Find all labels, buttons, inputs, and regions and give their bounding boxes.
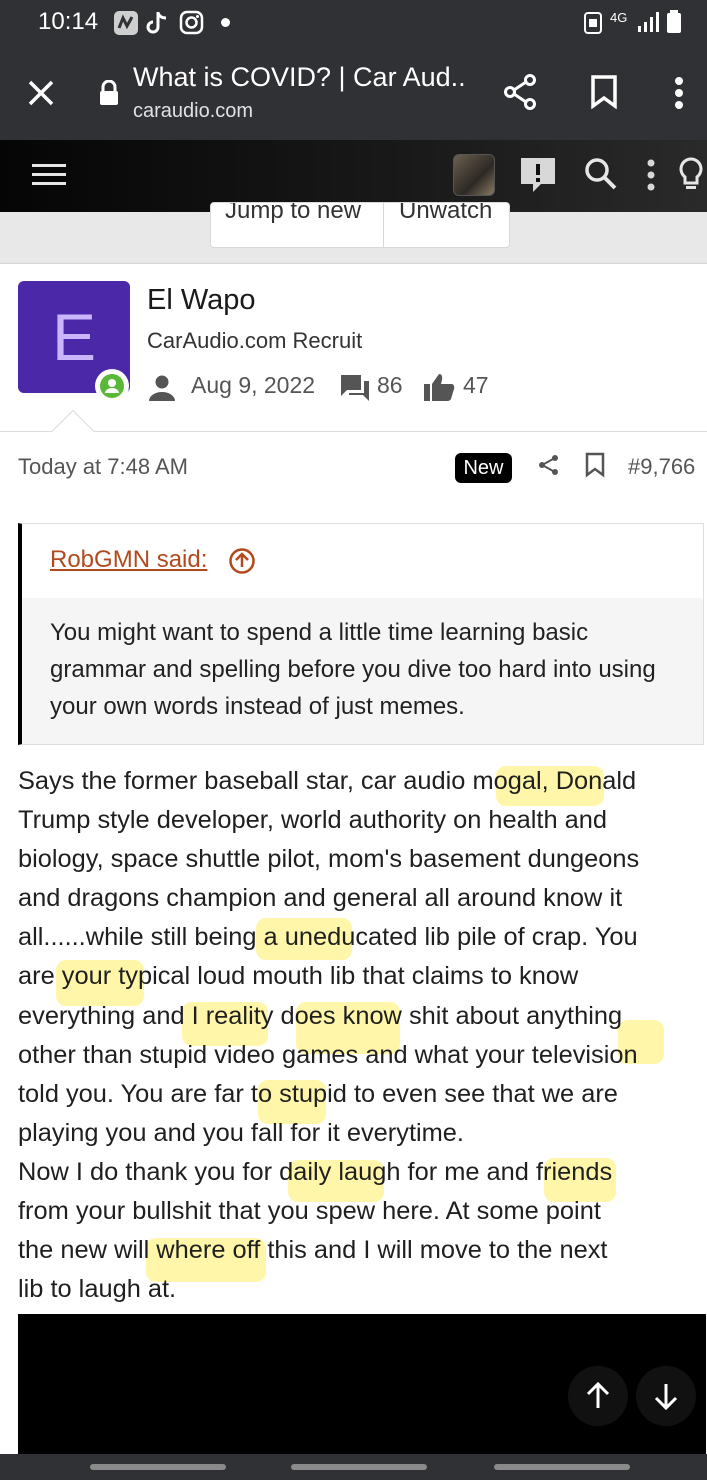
search-icon[interactable] (584, 157, 618, 191)
more-options-icon[interactable] (672, 76, 686, 110)
site-more-icon[interactable] (645, 158, 657, 192)
scroll-up-button[interactable] (568, 1366, 628, 1426)
jump-to-new-button[interactable]: Jump to new (225, 203, 361, 225)
lightbulb-icon[interactable] (678, 157, 704, 193)
signal-icon (638, 12, 659, 32)
user-title: CarAudio.com Recruit (147, 328, 363, 353)
nav-pill[interactable] (494, 1464, 630, 1470)
message-count: 86 (377, 372, 403, 398)
messages-icon (341, 375, 369, 401)
user-avatar-thumbnail[interactable] (453, 154, 495, 196)
button-divider (383, 203, 384, 247)
nav-pill[interactable] (291, 1464, 427, 1470)
network-type-label: 4G (610, 10, 628, 25)
hamburger-menu-icon[interactable] (32, 162, 66, 188)
close-tab-icon[interactable] (26, 78, 56, 108)
instagram-icon (179, 10, 204, 35)
nav-pill[interactable] (90, 1464, 226, 1470)
post-user-info: E El Wapo CarAudio.com Recruit Aug 9, 20… (0, 264, 707, 432)
post-share-icon[interactable] (538, 454, 560, 476)
joined-person-icon (149, 375, 175, 401)
bookmark-icon[interactable] (590, 75, 618, 109)
tiktok-icon (146, 12, 167, 34)
lock-icon (100, 80, 118, 105)
reaction-score: 47 (463, 372, 489, 398)
quote-text: You might want to spend a little time le… (22, 598, 703, 744)
status-time: 10:14 (38, 8, 99, 35)
news-app-icon (114, 11, 138, 35)
share-icon[interactable] (503, 74, 537, 110)
notification-dot-icon (221, 18, 230, 27)
quote-author-link[interactable]: RobGMN said: (50, 546, 207, 574)
jump-to-quote-icon[interactable] (228, 547, 256, 575)
thread-action-band: Jump to new Unwatch (0, 202, 707, 264)
unwatch-button[interactable]: Unwatch (399, 203, 492, 225)
reaction-thumbs-up-icon (424, 374, 455, 401)
join-date: Aug 9, 2022 (191, 372, 316, 398)
quote-header: RobGMN said: (22, 524, 703, 598)
pointer-mask (40, 432, 110, 452)
alert-icon[interactable] (519, 156, 557, 194)
quote-block: RobGMN said: You might want to spend a l… (18, 523, 704, 745)
thread-button-group: Jump to new Unwatch (210, 202, 510, 248)
post-bookmark-icon[interactable] (585, 452, 605, 478)
person-online-icon (105, 379, 119, 393)
browser-toolbar: What is COVID? | Car Aud... caraudio.com (0, 44, 707, 140)
post-message-body: Says the former baseball star, car audio… (18, 767, 640, 1304)
post-timestamp[interactable]: Today at 7:48 AM (18, 454, 188, 480)
arrow-down-icon (654, 1384, 678, 1411)
status-bar: 10:14 4G (0, 0, 707, 44)
battery-icon (667, 10, 681, 33)
online-status-icon (95, 369, 129, 403)
scroll-down-button[interactable] (636, 1366, 696, 1426)
bottom-navigation-bar (0, 1454, 707, 1480)
tab-title[interactable]: What is COVID? | Car Aud... (133, 62, 468, 93)
new-badge: New (455, 453, 512, 483)
url-domain[interactable]: caraudio.com (133, 100, 253, 123)
data-saver-icon (584, 12, 602, 34)
username[interactable]: El Wapo (147, 284, 256, 317)
post-number[interactable]: #9,766 (628, 454, 695, 480)
arrow-up-icon (586, 1381, 610, 1408)
